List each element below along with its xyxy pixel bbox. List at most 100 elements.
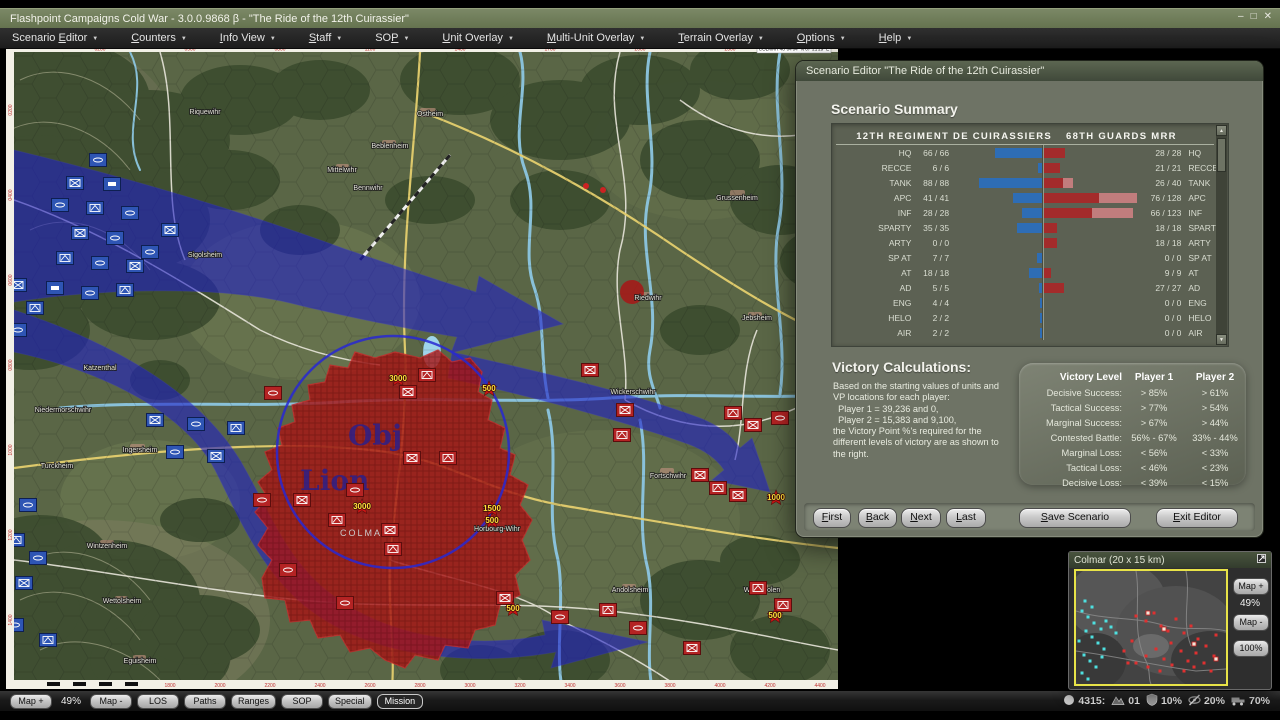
exit-editor-button[interactable]: Exit Editor — [1156, 508, 1238, 528]
nato-unit-counter[interactable] — [72, 227, 89, 240]
sop-button[interactable]: SOP — [281, 694, 323, 709]
nato-unit-counter[interactable] — [87, 202, 104, 215]
minimap-zoom-out-button[interactable]: Map - — [1233, 614, 1269, 631]
pact-unit-counter[interactable] — [725, 407, 742, 420]
red-bar — [1044, 238, 1057, 248]
nato-unit-counter[interactable] — [127, 260, 144, 273]
menu-options[interactable]: Options▼ — [785, 32, 858, 44]
pact-unit-counter[interactable] — [440, 452, 457, 465]
pact-unit-counter[interactable] — [745, 419, 762, 432]
nato-unit-counter[interactable] — [92, 257, 109, 270]
nato-unit-counter[interactable] — [82, 287, 99, 300]
nato-unit-counter[interactable] — [167, 446, 184, 459]
pact-unit-counter[interactable] — [582, 364, 599, 377]
nato-unit-counter[interactable] — [90, 154, 107, 167]
pact-unit-counter[interactable] — [710, 482, 727, 495]
pact-unit-counter[interactable] — [750, 582, 767, 595]
pact-unit-counter[interactable] — [419, 369, 436, 382]
nato-unit-counter[interactable] — [40, 634, 57, 647]
pact-unit-counter[interactable] — [265, 387, 282, 400]
nato-unit-counter[interactable] — [188, 418, 205, 431]
pact-unit-counter[interactable] — [404, 452, 421, 465]
minimap-title-bar[interactable]: Colmar (20 x 15 km) — [1069, 552, 1271, 568]
pact-unit-counter[interactable] — [600, 604, 617, 617]
nato-unit-counter[interactable] — [228, 422, 245, 435]
special-button[interactable]: Special — [328, 694, 372, 709]
nato-unit-counter[interactable] — [57, 252, 74, 265]
minimap-zoom-in-button[interactable]: Map + — [1233, 578, 1269, 595]
nato-unit-counter[interactable] — [27, 302, 44, 315]
next-button[interactable]: Next — [901, 508, 941, 528]
paths-button[interactable]: Paths — [184, 694, 226, 709]
save-scenario-button[interactable]: Save Scenario — [1019, 508, 1131, 528]
scroll-up-button[interactable]: ▲ — [1216, 125, 1227, 136]
left-strength-bar — [955, 238, 1042, 248]
mission-button[interactable]: Mission — [377, 694, 424, 709]
close-button[interactable]: ✕ — [1264, 11, 1272, 22]
nato-unit-counter[interactable] — [52, 199, 69, 212]
pact-unit-counter[interactable] — [692, 469, 709, 482]
pact-unit-counter[interactable] — [280, 564, 297, 577]
pact-unit-counter[interactable] — [552, 611, 569, 624]
menu-terrain-overlay[interactable]: Terrain Overlay▼ — [666, 32, 776, 44]
menu-sop[interactable]: SOP▼ — [363, 32, 421, 44]
menu-help[interactable]: Help▼ — [867, 32, 925, 44]
minimap-full-zoom-button[interactable]: 100% — [1233, 640, 1269, 657]
menu-counters[interactable]: Counters▼ — [119, 32, 199, 44]
table-scrollbar[interactable]: ▲ ▼ — [1216, 125, 1227, 345]
pact-unit-counter[interactable] — [400, 386, 417, 399]
pact-unit-counter[interactable] — [684, 642, 701, 655]
pact-unit-counter[interactable] — [337, 597, 354, 610]
scroll-down-button[interactable]: ▼ — [1216, 334, 1227, 345]
nato-unit-counter[interactable] — [30, 552, 47, 565]
back-button[interactable]: Back — [858, 508, 897, 528]
nato-unit-counter[interactable] — [20, 499, 37, 512]
nato-unit-counter[interactable] — [47, 282, 64, 295]
ranges-button[interactable]: Ranges — [231, 694, 276, 709]
minimap-view[interactable] — [1074, 569, 1228, 686]
shield-icon — [1146, 693, 1158, 709]
nato-unit-counter[interactable] — [104, 178, 121, 191]
menu-scenario-editor[interactable]: Scenario Editor▼ — [0, 32, 110, 44]
nato-unit-counter[interactable] — [16, 577, 33, 590]
nato-unit-counter[interactable] — [67, 177, 84, 190]
pact-unit-counter[interactable] — [730, 489, 747, 502]
pact-unit-counter[interactable] — [614, 429, 631, 442]
scroll-thumb[interactable] — [1217, 138, 1226, 172]
map-button[interactable]: Map + — [10, 694, 52, 709]
menu-unit-overlay[interactable]: Unit Overlay▼ — [430, 32, 525, 44]
nato-unit-counter[interactable] — [142, 246, 159, 259]
dialog-title-bar[interactable]: Scenario Editor "The Ride of the 12th Cu… — [796, 61, 1263, 81]
nato-unit-counter[interactable] — [147, 414, 164, 427]
nato-unit-counter[interactable] — [107, 232, 124, 245]
first-button[interactable]: First — [813, 508, 851, 528]
minimap-popout-icon[interactable] — [1257, 554, 1266, 566]
nato-unit-counter[interactable] — [162, 224, 179, 237]
pact-unit-counter[interactable] — [630, 622, 647, 635]
pact-unit-counter[interactable] — [329, 514, 346, 527]
title-bar[interactable]: Flashpoint Campaigns Cold War - 3.0.0.98… — [0, 8, 1280, 28]
nato-unit-counter[interactable] — [122, 207, 139, 220]
pact-unit-counter[interactable] — [347, 484, 364, 497]
summary-row-apc: APC41 / 4176 / 128APC — [832, 190, 1228, 205]
pact-unit-counter[interactable] — [382, 524, 399, 537]
pact-unit-counter[interactable] — [497, 592, 514, 605]
pact-unit-counter[interactable] — [775, 599, 792, 612]
pact-unit-counter[interactable] — [294, 494, 311, 507]
map-button[interactable]: Map - — [90, 694, 132, 709]
menu-multi-unit-overlay[interactable]: Multi-Unit Overlay▼ — [535, 32, 657, 44]
nato-unit-counter[interactable] — [117, 284, 134, 297]
victory-text-line: different levels of victory are as shown… — [833, 437, 1023, 448]
menu-info-view[interactable]: Info View▼ — [208, 32, 288, 44]
los-button[interactable]: LOS — [137, 694, 179, 709]
minimize-button[interactable]: – — [1238, 11, 1244, 22]
chevron-down-icon: ▼ — [403, 36, 409, 42]
pact-unit-counter[interactable] — [617, 404, 634, 417]
pact-unit-counter[interactable] — [254, 494, 271, 507]
pact-unit-counter[interactable] — [772, 412, 789, 425]
maximize-button[interactable]: □ — [1251, 11, 1257, 22]
nato-unit-counter[interactable] — [208, 450, 225, 463]
pact-unit-counter[interactable] — [385, 543, 402, 556]
last-button[interactable]: Last — [946, 508, 986, 528]
menu-staff[interactable]: Staff▼ — [297, 32, 354, 44]
